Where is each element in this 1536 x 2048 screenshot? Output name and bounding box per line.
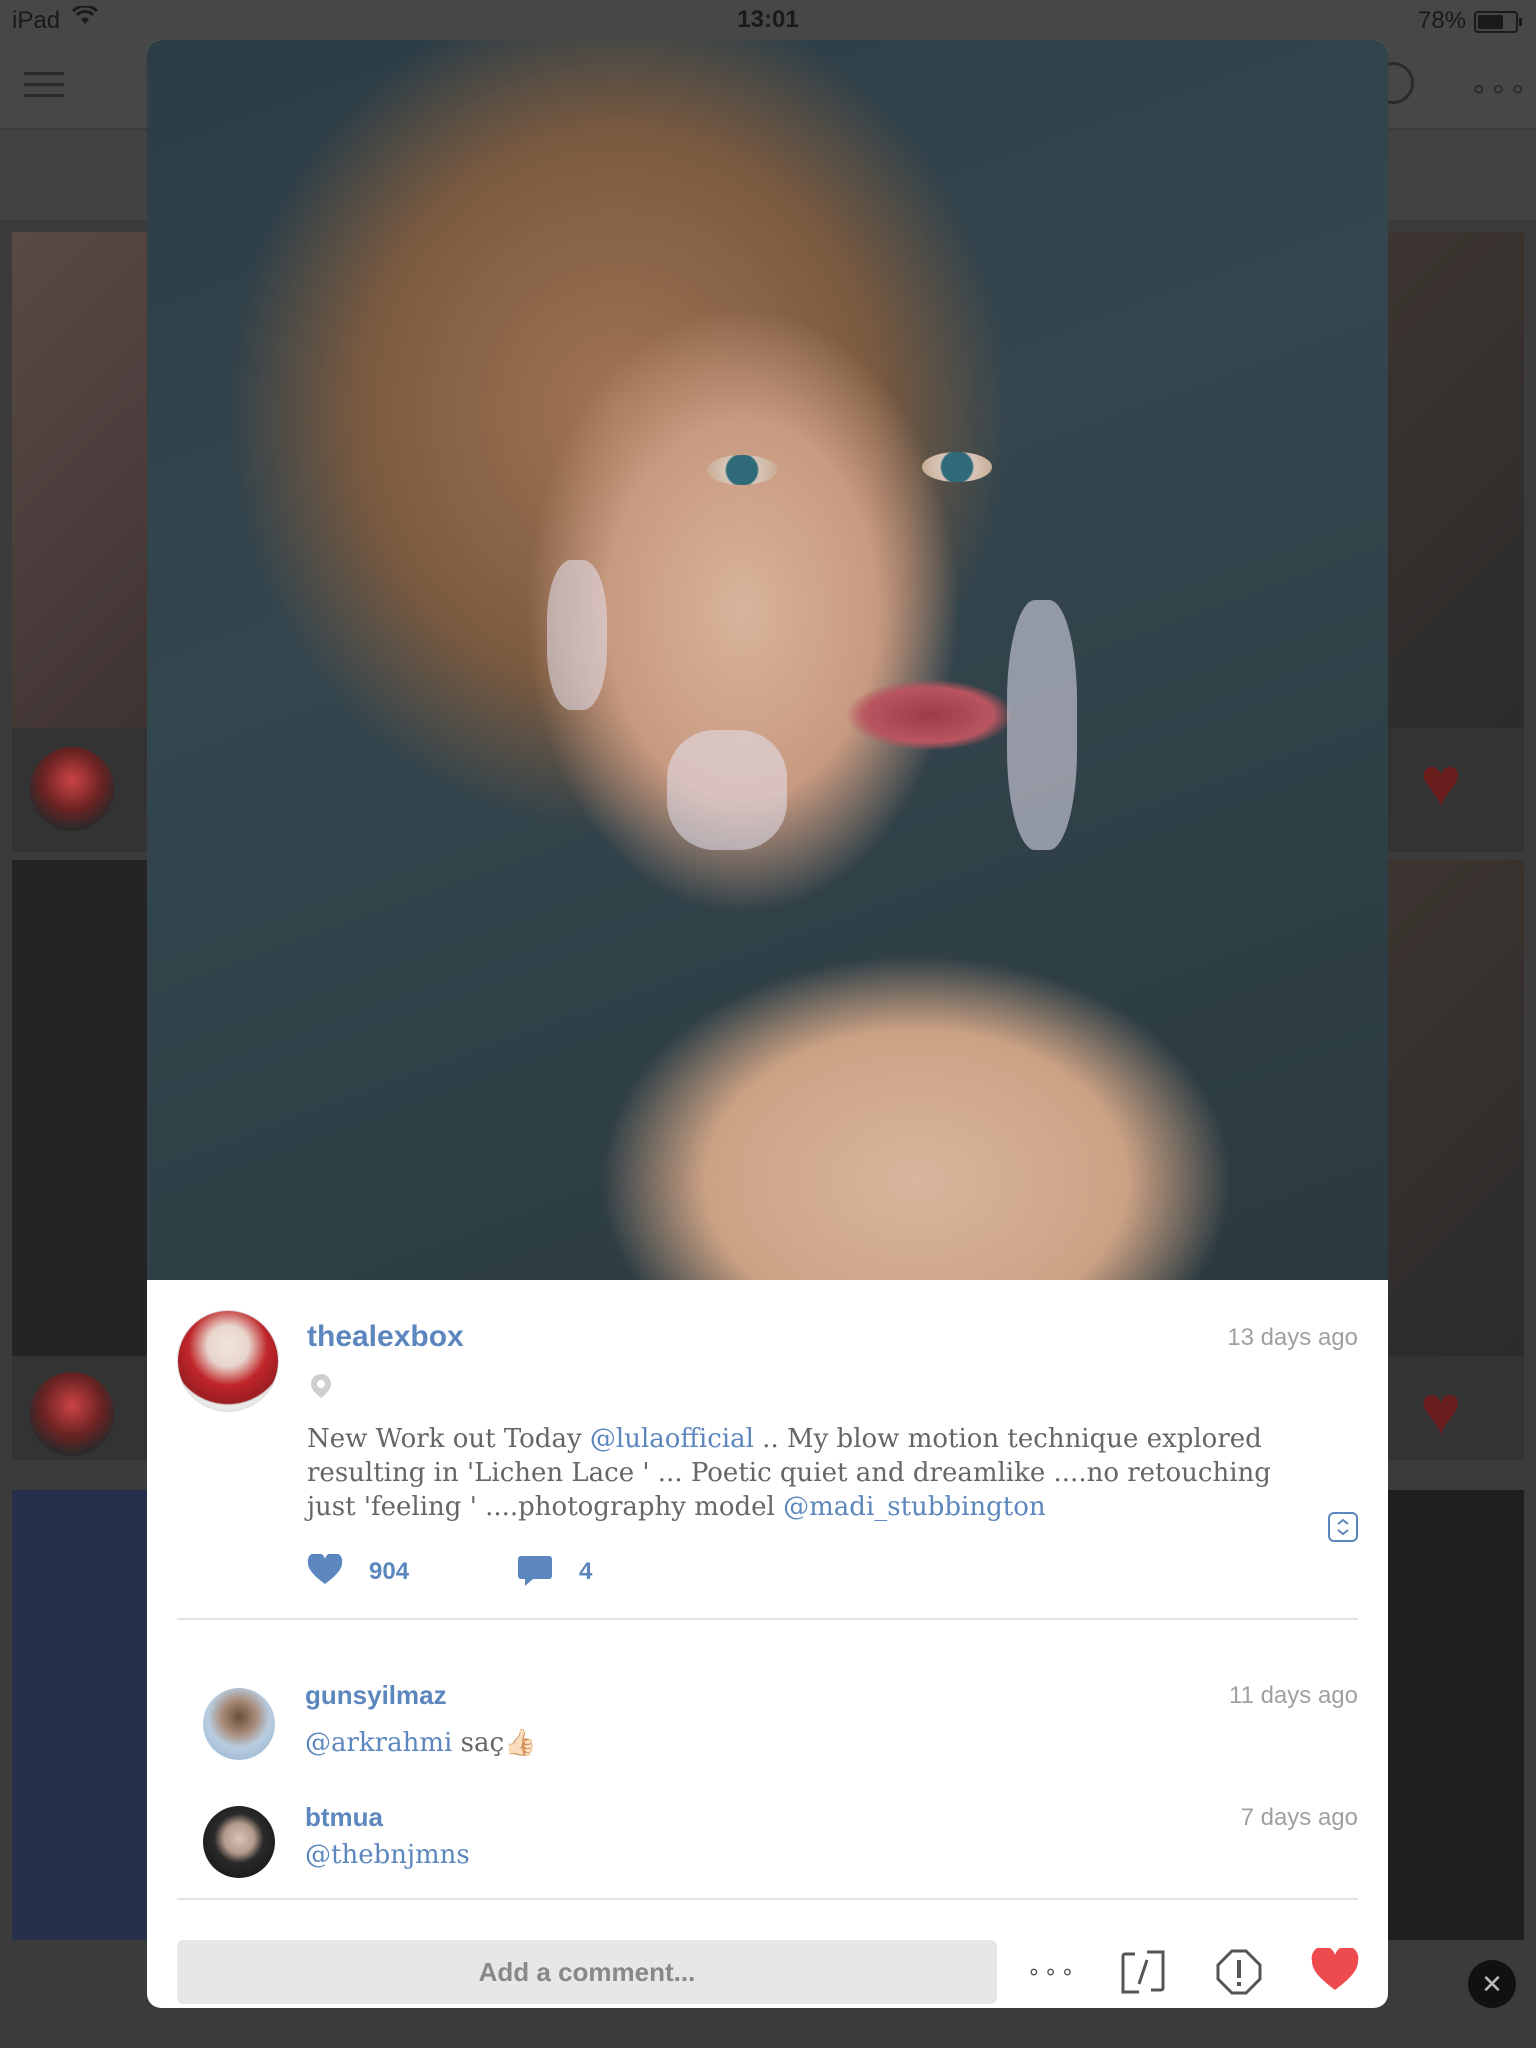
heart-icon[interactable] xyxy=(307,1552,343,1591)
avatar[interactable] xyxy=(177,1310,279,1412)
mention-link[interactable]: @lulaofficial xyxy=(590,1424,754,1454)
post-stats: 904 4 xyxy=(307,1548,807,1592)
post-photo[interactable] xyxy=(147,40,1388,1280)
post-caption: New Work out Today @lulaofficial .. My b… xyxy=(307,1422,1327,1524)
comment-item: gunsyilmaz 11 days ago @arkrahmi saç👍🏻 xyxy=(147,1668,1388,1778)
avatar xyxy=(30,747,114,831)
heart-icon: ♥ xyxy=(1420,1371,1462,1449)
photo-detail xyxy=(667,730,787,850)
photo-detail xyxy=(1007,600,1077,850)
caption-text: New Work out Today xyxy=(307,1424,590,1454)
background-card xyxy=(1380,1490,1524,1940)
hamburger-menu-icon[interactable] xyxy=(24,64,64,104)
avatar[interactable] xyxy=(203,1806,275,1878)
heart-icon[interactable] xyxy=(1311,1946,1359,1996)
avatar[interactable] xyxy=(203,1688,275,1760)
expand-icon[interactable] xyxy=(1328,1512,1358,1542)
location-pin-icon[interactable] xyxy=(307,1372,335,1400)
comment-item: btmua 7 days ago @thebnjmns xyxy=(147,1790,1388,1900)
post-detail-modal: thealexbox 13 days ago New Work out Toda… xyxy=(147,40,1388,2008)
comment-text: saç👍🏻 xyxy=(452,1728,537,1758)
more-icon[interactable]: ∘∘∘ xyxy=(1027,1952,1077,1992)
comment-input[interactable] xyxy=(177,1940,997,2004)
like-count: 904 xyxy=(369,1558,410,1585)
report-icon[interactable] xyxy=(1215,1948,1263,1996)
battery-percentage: 78% xyxy=(1418,7,1467,34)
photo-detail xyxy=(847,680,1012,750)
comment-username[interactable]: btmua xyxy=(305,1802,383,1833)
comment-count: 4 xyxy=(579,1558,593,1585)
photo-detail xyxy=(922,452,992,482)
photo-detail xyxy=(547,560,607,710)
post-username[interactable]: thealexbox xyxy=(307,1320,464,1354)
repost-icon[interactable] xyxy=(1119,1948,1167,1996)
status-time: 13:01 xyxy=(737,6,799,33)
comment-timestamp: 11 days ago xyxy=(1229,1682,1358,1709)
post-actions-bar: ∘∘∘ xyxy=(147,1940,1388,2008)
comment-bubble-icon[interactable] xyxy=(517,1554,553,1593)
status-bar: iPad 13:01 78% xyxy=(0,0,1536,40)
mention-link[interactable]: @arkrahmi xyxy=(305,1728,452,1758)
mention-link[interactable]: @madi_stubbington xyxy=(783,1492,1046,1522)
comments-list[interactable]: gunsyilmaz 11 days ago @arkrahmi saç👍🏻 b… xyxy=(147,1620,1388,1940)
background-card: ♥ xyxy=(1380,860,1524,1460)
photo-detail xyxy=(707,455,777,485)
mention-link[interactable]: @thebnjmns xyxy=(305,1840,470,1870)
comment-username[interactable]: gunsyilmaz xyxy=(305,1680,447,1711)
post-timestamp: 13 days ago xyxy=(1227,1324,1358,1351)
background-card: ♥ xyxy=(1380,232,1524,852)
comment-timestamp: 7 days ago xyxy=(1240,1804,1358,1831)
close-icon[interactable]: ✕ xyxy=(1468,1960,1516,2008)
divider xyxy=(177,1898,1358,1900)
more-options-icon[interactable]: ∘∘∘ xyxy=(1470,72,1529,105)
avatar xyxy=(30,1372,114,1456)
heart-icon: ♥ xyxy=(1420,743,1462,821)
battery-icon xyxy=(1474,11,1522,33)
